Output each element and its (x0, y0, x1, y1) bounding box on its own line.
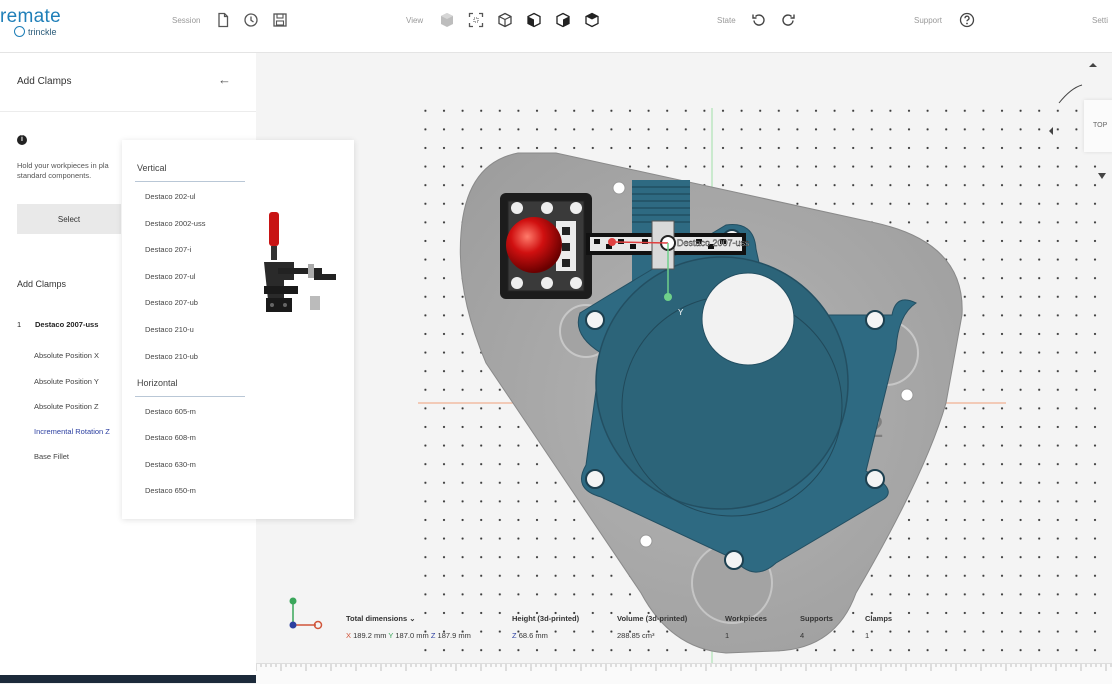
support-label: Support (914, 16, 943, 25)
iso-view-icon[interactable] (496, 11, 514, 29)
new-document-icon[interactable] (214, 11, 232, 29)
triad-z-handle (289, 621, 297, 629)
sidebar-header: Add Clamps ← (0, 53, 256, 112)
sidebar-description: Hold your workpieces in pla standard com… (17, 161, 109, 180)
nav-up-arrow[interactable] (1089, 63, 1097, 67)
settings-label[interactable]: Setti (1092, 16, 1108, 25)
property-absolute-position-z[interactable]: Absolute Position Z (34, 402, 99, 411)
scene-canvas: 2 (289, 63, 1112, 663)
bolt-hole (865, 310, 885, 330)
info-icon[interactable]: i (17, 135, 27, 145)
history-icon[interactable] (242, 11, 260, 29)
total-dimensions-value: X 189.2 mm Y 187.0 mm Z 187.9 mm (346, 631, 471, 640)
dropdown-option[interactable]: Destaco 630-m (145, 460, 196, 469)
property-absolute-position-y[interactable]: Absolute Position Y (34, 377, 99, 386)
plate-hole (900, 388, 914, 402)
redo-icon[interactable] (779, 11, 797, 29)
fit-view-icon[interactable] (467, 11, 485, 29)
3d-viewport[interactable]: 2 (256, 53, 1112, 663)
dropdown-option[interactable]: Destaco 650-m (145, 486, 196, 495)
triad-y-handle (289, 597, 297, 605)
property-absolute-position-x[interactable]: Absolute Position X (34, 351, 99, 360)
shaded-view-icon[interactable] (438, 11, 456, 29)
vertical-group-label: Vertical (137, 163, 167, 173)
select-button[interactable]: Select (17, 204, 121, 234)
dropdown-option[interactable]: Destaco 2002-uss (145, 219, 205, 228)
workpieces-label: Workpieces (725, 614, 767, 623)
view-label: View (406, 16, 424, 25)
bolt-hole (585, 469, 605, 489)
clamp-selector-dropdown: Vertical Destaco 202-ul Destaco 2002-uss… (122, 140, 354, 519)
volume-label: Volume (3d-printed) (617, 614, 688, 623)
clamp-name: Destaco 2007-uss (35, 320, 99, 329)
property-base-fillet[interactable]: Base Fillet (34, 452, 69, 461)
logo-sub-text: trinckle (28, 26, 57, 37)
bottom-strip (0, 675, 256, 683)
total-dimensions-label: Total dimensions ⌄ (346, 614, 416, 623)
clamps-label: Clamps (865, 614, 893, 623)
volume-value: 288.85 cm³ (617, 631, 655, 640)
supports-label: Supports (800, 614, 833, 623)
front-view-icon[interactable] (525, 11, 543, 29)
sidebar-title: Add Clamps (17, 76, 72, 87)
add-clamps-section-title: Add Clamps (17, 279, 67, 289)
dropdown-option[interactable]: Destaco 207-ul (145, 272, 195, 281)
divider (135, 181, 245, 182)
trinckle-ring-icon (14, 26, 25, 37)
bolt-hole (865, 469, 885, 489)
bolt-hole (585, 310, 605, 330)
help-icon[interactable] (958, 11, 976, 29)
dropdown-option[interactable]: Destaco 207-i (145, 245, 191, 254)
y-axis-label: Y (678, 308, 684, 317)
side-view-icon[interactable] (554, 11, 572, 29)
property-incremental-rotation-z[interactable]: Incremental Rotation Z (34, 427, 110, 436)
bolt-hole (724, 550, 744, 570)
height-label: Height (3d-printed) (512, 614, 580, 623)
dropdown-option[interactable]: Destaco 608-m (145, 433, 196, 442)
back-arrow-icon[interactable]: ← (218, 72, 231, 87)
clamp-preview-image (264, 212, 336, 312)
gizmo-x-axis[interactable] (613, 241, 669, 244)
gizmo-x-handle[interactable] (608, 238, 616, 246)
logo-text: remate (0, 6, 61, 27)
top-view-icon[interactable] (583, 11, 601, 29)
plate-hole (639, 534, 653, 548)
top-toolbar: remate trinckle Session View State Suppo… (0, 0, 1112, 53)
timeline-ruler[interactable] (256, 663, 1112, 684)
horizontal-group-label: Horizontal (137, 378, 178, 388)
chevron-down-icon[interactable]: ⌄ (409, 614, 415, 623)
nav-arc (1058, 84, 1083, 104)
dropdown-option[interactable]: Destaco 210-u (145, 325, 194, 334)
state-label: State (717, 16, 736, 25)
workpiece-center-hole (701, 272, 795, 366)
dropdown-option[interactable]: Destaco 210-ub (145, 352, 198, 361)
gizmo-y-handle[interactable] (664, 293, 672, 301)
session-label: Session (172, 16, 201, 25)
logo: remate trinckle (0, 6, 61, 37)
view-cube[interactable]: TOP (1084, 100, 1112, 152)
undo-icon[interactable] (750, 11, 768, 29)
logo-subtitle: trinckle (14, 26, 61, 37)
save-icon[interactable] (271, 11, 289, 29)
clamps-value: 1 (865, 631, 870, 640)
dropdown-option[interactable]: Destaco 605-m (145, 407, 196, 416)
height-value: Z 68.6 mm (512, 631, 548, 640)
supports-value: 4 (800, 631, 805, 640)
clamp-list-item[interactable]: 1 Destaco 2007-uss (17, 320, 98, 329)
ruler-ticks (256, 664, 1112, 671)
view-cube-label: TOP (1093, 122, 1108, 129)
clamp-index: 1 (17, 320, 22, 329)
workpieces-value: 1 (725, 631, 730, 640)
plate-hole (612, 181, 626, 195)
clamp-label: Destaco 2007-uss (677, 238, 750, 248)
dropdown-option[interactable]: Destaco 202-ul (145, 192, 195, 201)
dropdown-option[interactable]: Destaco 207-ub (145, 298, 198, 307)
divider (135, 396, 245, 397)
